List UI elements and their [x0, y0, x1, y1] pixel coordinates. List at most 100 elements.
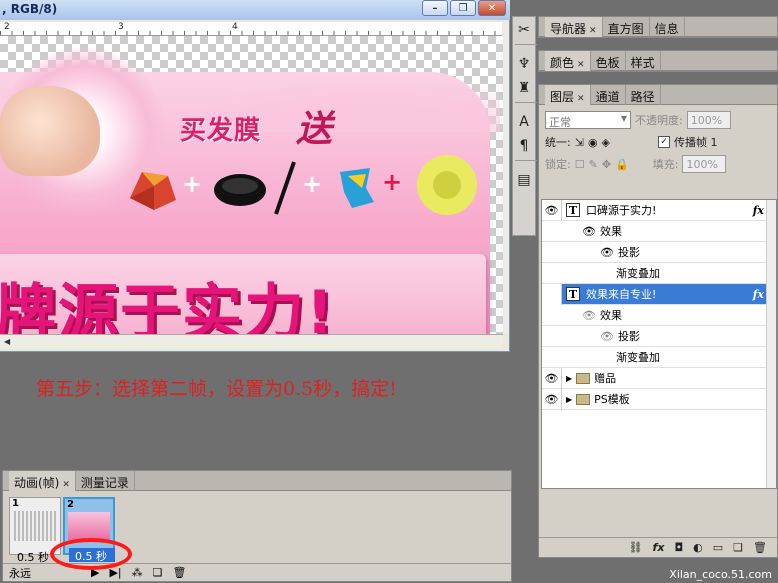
tab-color[interactable]: 颜色 ✕	[545, 51, 591, 71]
minimize-button[interactable]: –	[422, 0, 448, 16]
lock-all-icon[interactable]: 🔒	[615, 158, 629, 171]
layer-effect-row[interactable]: 👁 效果	[542, 305, 776, 326]
brush-icon[interactable]: ♆	[513, 53, 535, 75]
eye-icon[interactable]: 👁	[582, 225, 596, 238]
character-icon[interactable]: A	[513, 111, 535, 133]
group-name: 赠品	[594, 372, 617, 385]
close-icon[interactable]: ✕	[589, 26, 597, 36]
step-caption: 第五步：选择第二帧，设置为0.5秒，搞定!	[36, 378, 397, 400]
eye-icon[interactable]: 👁	[542, 367, 562, 389]
link-layers-icon[interactable]: ⛓	[629, 541, 643, 554]
plus-icon: +	[182, 170, 203, 198]
chevron-right-icon[interactable]: ▶	[566, 395, 572, 404]
layer-row[interactable]: 👁 T 口碑源于实力! fx	[542, 199, 776, 221]
tab-animation[interactable]: 动画(帧) ✕	[9, 471, 76, 491]
tween-icon[interactable]: ⁂	[132, 566, 143, 579]
chevron-right-icon[interactable]: ▶	[566, 374, 572, 383]
delete-frame-icon[interactable]: 🗑	[173, 566, 187, 579]
layer-effect-row[interactable]: 渐变叠加	[542, 347, 776, 368]
ear-cover-icon	[340, 168, 374, 208]
effect-name: 渐变叠加	[616, 351, 660, 364]
horizontal-scrollbar[interactable]: ◀	[0, 334, 503, 348]
layer-effect-row[interactable]: 渐变叠加	[542, 263, 776, 284]
add-style-icon[interactable]: fx	[653, 541, 665, 554]
fill-input[interactable]: 100%	[682, 155, 727, 173]
effect-name: 渐变叠加	[616, 267, 660, 280]
document-titlebar[interactable]: , RGB/8) – ❐ ✕	[0, 0, 510, 20]
adjustment-layer-icon[interactable]: ◐	[693, 541, 703, 554]
tab-info[interactable]: 信息	[650, 17, 685, 37]
layer-group-row[interactable]: 👁 ▶ PS模板	[542, 388, 776, 410]
unify-position-icon[interactable]: ⇲	[575, 136, 584, 149]
tab-swatches[interactable]: 色板	[591, 51, 626, 71]
fx-icon[interactable]: fx	[753, 204, 764, 217]
window-controls: – ❐ ✕	[422, 0, 506, 16]
tab-navigator[interactable]: 导航器 ✕	[545, 17, 603, 37]
next-frame-icon[interactable]: ▶|	[109, 566, 121, 579]
clone-source-icon[interactable]: ♜	[513, 77, 535, 99]
text-layer-icon: T	[566, 287, 580, 301]
layer-comps-icon[interactable]: ▤	[513, 169, 535, 191]
effect-name: 投影	[617, 330, 640, 343]
chevron-down-icon: ▼	[620, 114, 627, 123]
tab-channels[interactable]: 通道	[591, 85, 626, 105]
tab-paths[interactable]: 路径	[626, 85, 661, 105]
unify-style-icon[interactable]: ◈	[602, 136, 610, 149]
effect-name: 效果	[599, 309, 622, 322]
eye-icon[interactable]: 👁	[582, 309, 596, 322]
layer-list: 👁 T 口碑源于实力! fx 👁 效果 👁 投影 渐变叠加 T 效果来自专业! …	[541, 199, 777, 489]
effect-name: 效果	[599, 225, 622, 238]
layers-panel: 图层 ✕ 通道 路径 正常 ▼ 不透明度: 100% 统一: ⇲ ◉ ◈ ✓ 传播帧…	[538, 84, 778, 558]
unify-visibility-icon[interactable]: ◉	[588, 136, 598, 149]
tab-measurement-log[interactable]: 测量记录	[76, 471, 135, 491]
eye-icon[interactable]: 👁	[542, 388, 562, 410]
tab-layers[interactable]: 图层 ✕	[545, 85, 591, 105]
layer-name: 效果来自专业!	[586, 288, 657, 301]
close-icon[interactable]: ✕	[577, 60, 585, 70]
fx-icon[interactable]: fx	[753, 288, 764, 301]
paragraph-icon[interactable]: ¶	[513, 135, 535, 157]
lock-label: 锁定:	[545, 158, 571, 171]
delete-layer-icon[interactable]: 🗑	[753, 541, 767, 554]
tab-histogram[interactable]: 直方图	[603, 17, 650, 37]
plus-icon: +	[302, 170, 323, 198]
hands-image	[0, 86, 100, 176]
lock-transparency-icon[interactable]: ☐	[575, 158, 585, 171]
add-mask-icon[interactable]: ◘	[674, 541, 683, 554]
tab-styles[interactable]: 样式	[626, 51, 661, 71]
layer-effect-row[interactable]: 👁 效果	[542, 221, 776, 242]
layer-effect-row[interactable]: 👁 投影	[542, 242, 776, 263]
new-layer-icon[interactable]: ❏	[733, 541, 743, 554]
lock-pixels-icon[interactable]: ✎	[589, 158, 598, 171]
scroll-left-icon[interactable]: ◀	[4, 337, 10, 346]
propagate-frame-checkbox[interactable]: ✓	[658, 136, 671, 148]
restore-button[interactable]: ❐	[450, 0, 476, 16]
propagate-frame-label: 传播帧 1	[674, 136, 718, 149]
close-icon[interactable]: ✕	[577, 94, 585, 104]
layer-row-selected[interactable]: T 效果来自专业! fx	[542, 283, 776, 305]
eye-icon[interactable]: 👁	[542, 199, 562, 221]
duplicate-frame-icon[interactable]: ❏	[153, 566, 163, 579]
document-canvas[interactable]: 买发膜 送 + + + 牌源于实力!	[0, 36, 503, 334]
watermark: Xilan_coco.51.com	[669, 568, 772, 581]
new-group-icon[interactable]: ▭	[713, 541, 723, 554]
opacity-input[interactable]: 100%	[686, 111, 731, 129]
navigator-panel: 导航器 ✕ 直方图 信息	[538, 16, 778, 38]
loop-select[interactable]: 永远	[9, 565, 31, 581]
close-button[interactable]: ✕	[478, 0, 506, 16]
tool-strip: ✂ ♆ ♜ A ¶ ▤	[512, 16, 537, 236]
plus-icon: +	[382, 168, 403, 196]
eye-icon[interactable]: 👁	[600, 330, 614, 343]
layer-list-scrollbar[interactable]	[766, 200, 776, 488]
lock-position-icon[interactable]: ✥	[602, 158, 611, 171]
dye-bowl-icon	[214, 174, 266, 206]
close-icon[interactable]: ✕	[62, 480, 70, 490]
blend-mode-select[interactable]: 正常 ▼	[545, 111, 631, 129]
frame-number: 1	[12, 498, 19, 509]
tool-presets-icon[interactable]: ✂	[513, 19, 535, 41]
vertical-scrollbar[interactable]	[502, 22, 509, 334]
visibility-toggle[interactable]	[542, 283, 562, 305]
eye-icon[interactable]: 👁	[600, 246, 614, 259]
layer-effect-row[interactable]: 👁 投影	[542, 326, 776, 347]
layer-group-row[interactable]: 👁 ▶ 赠品	[542, 367, 776, 389]
